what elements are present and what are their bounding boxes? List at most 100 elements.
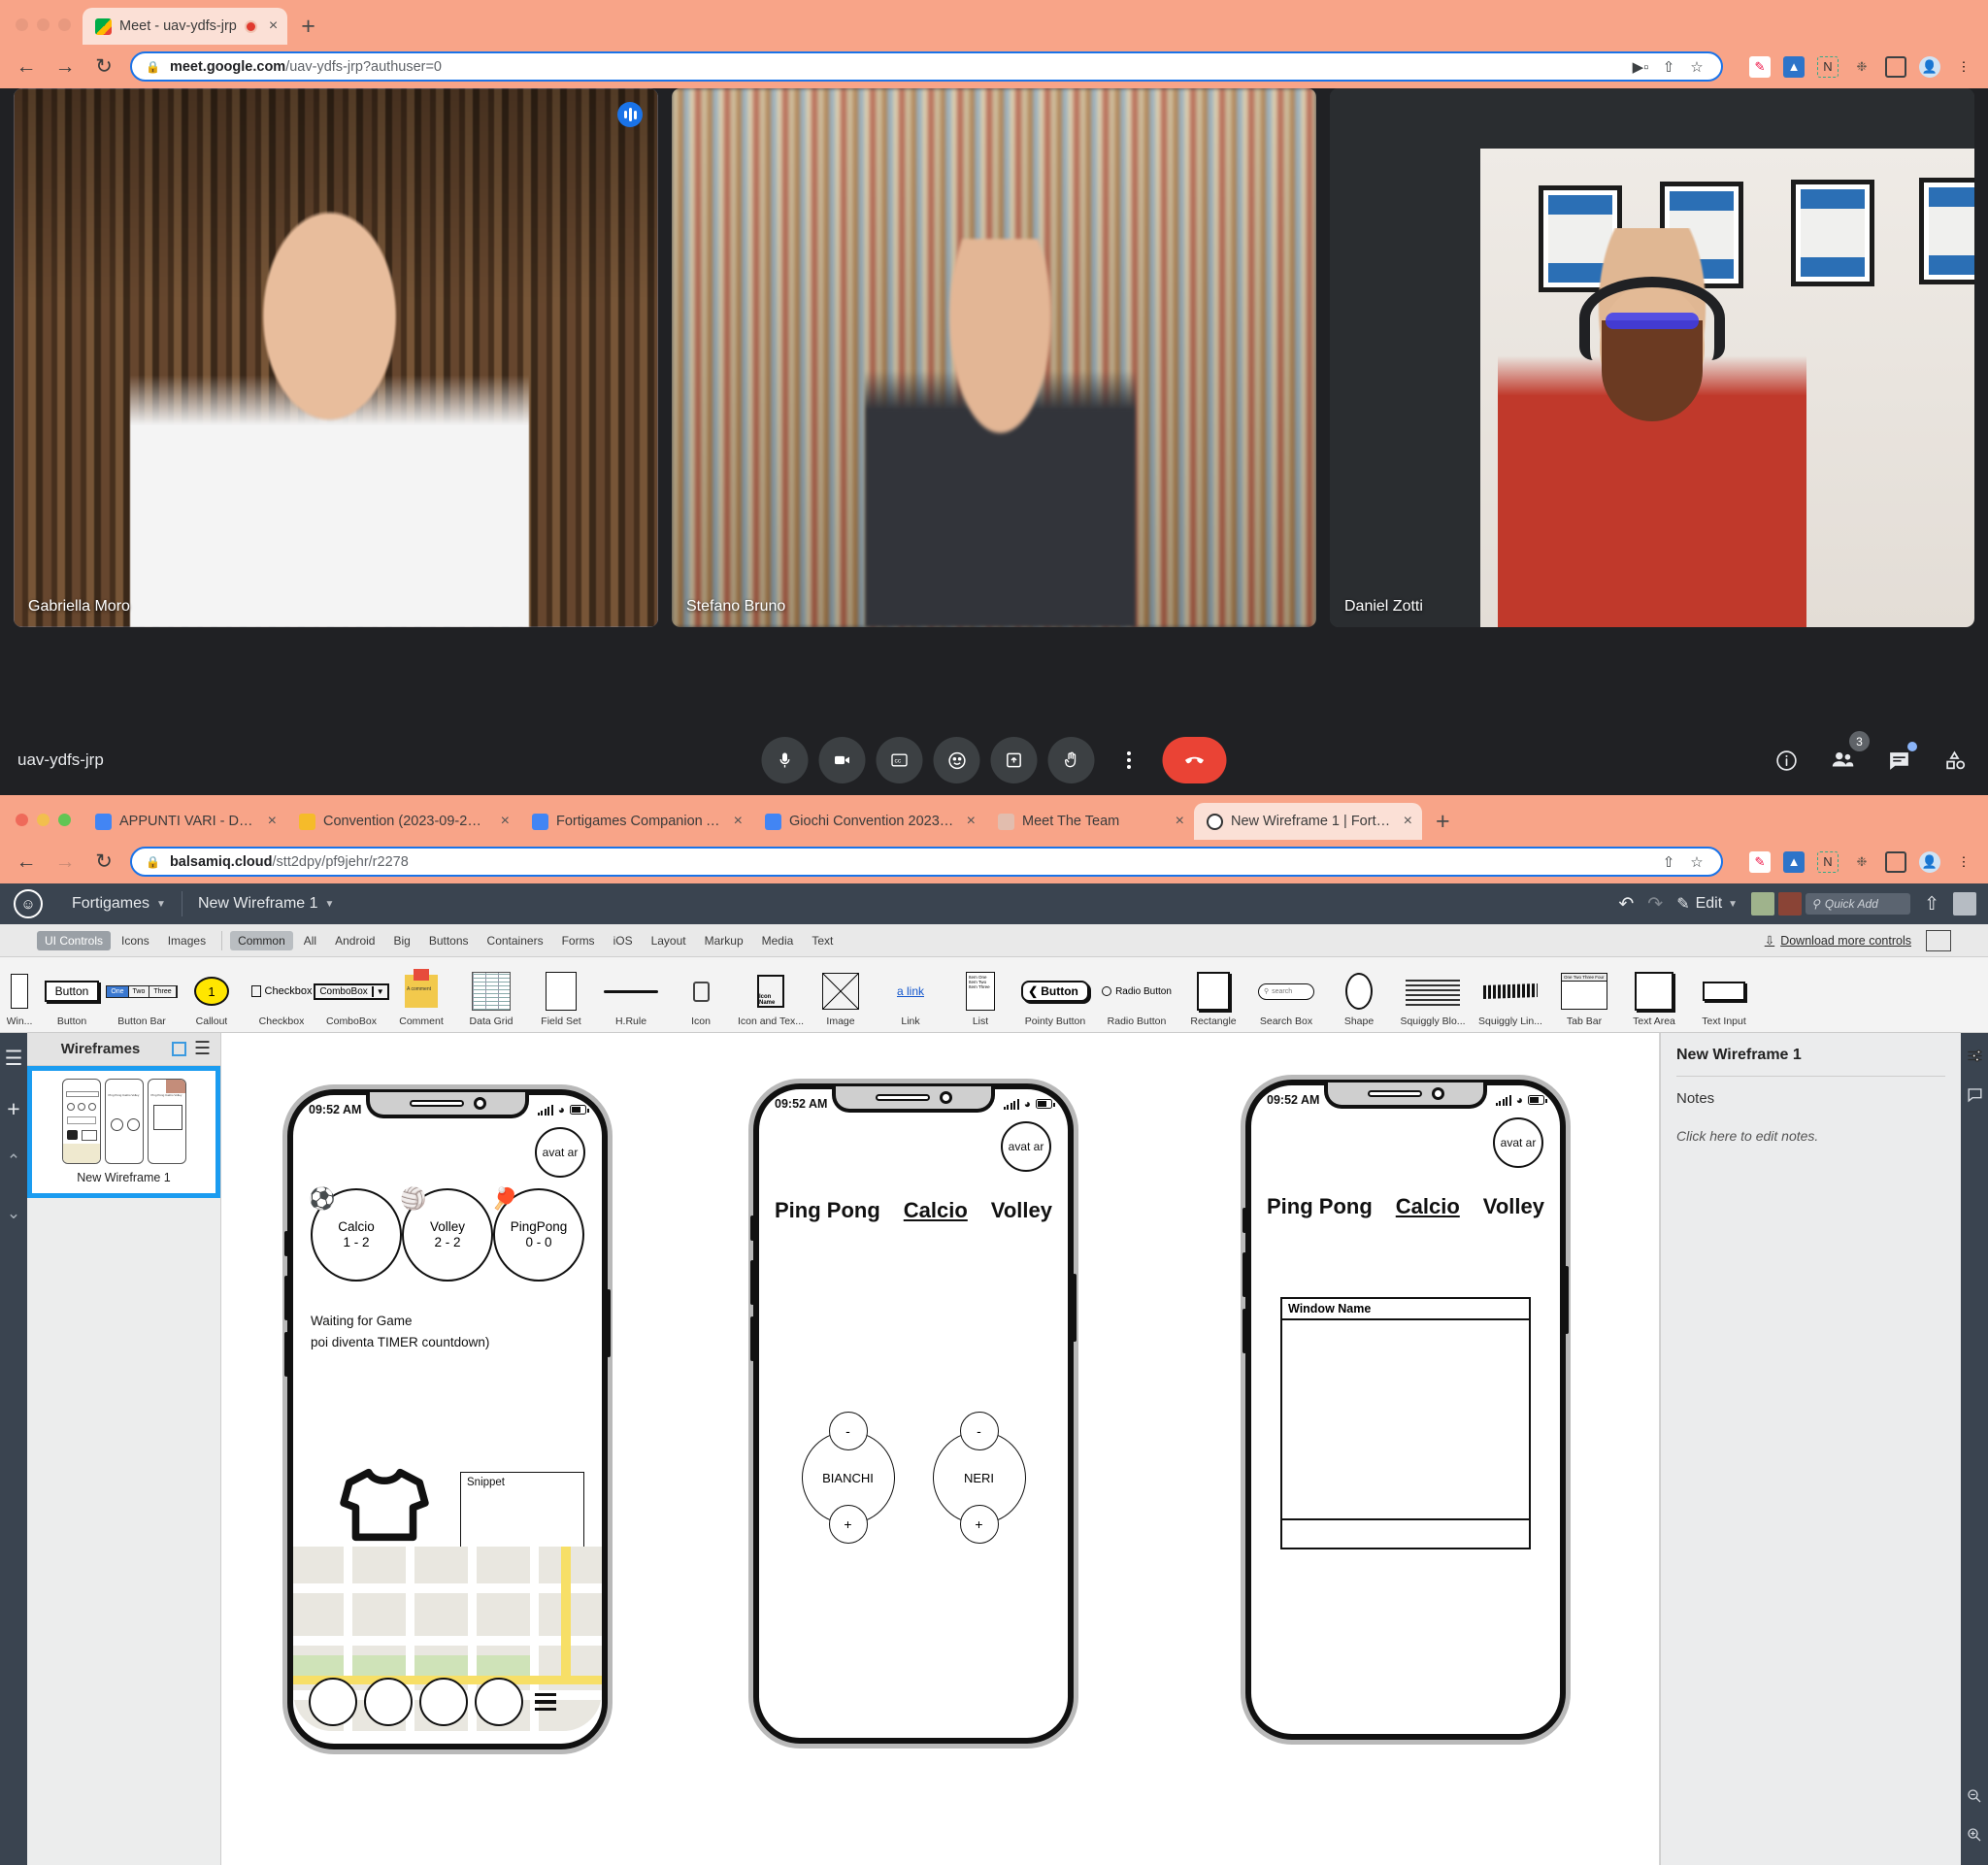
puzzle-extension-icon[interactable]: ❉ [1851,56,1872,78]
palette-item-checkbox[interactable]: Checkbox Checkbox [247,957,316,1032]
palette-item-link[interactable]: a link Link [876,957,945,1032]
balsamiq-smiley-logo[interactable]: ☺ [14,889,43,918]
forward-button-2[interactable]: → [52,850,78,874]
close-window-button-2[interactable] [16,814,28,826]
tab-forms[interactable]: Forms [554,931,603,950]
forward-button[interactable]: → [52,55,78,79]
chrome-menu-icon[interactable]: ⋮ [1953,851,1974,873]
palette-item-text-input[interactable]: Text Input [1689,957,1759,1032]
palette-item-button[interactable]: Button Button [37,957,107,1032]
palette-item-comment[interactable]: A comment Comment [386,957,456,1032]
undo-icon[interactable]: ↶ [1618,893,1634,916]
new-tab-button[interactable]: + [287,15,329,45]
avatar-button[interactable]: avat ar [535,1127,585,1178]
tab-icons[interactable]: Icons [114,931,157,950]
nav-volley[interactable]: Volley [1483,1194,1544,1219]
nav-calcio[interactable]: Calcio [1396,1194,1460,1219]
palette-item-data-grid[interactable]: Data Grid [456,957,526,1032]
palette-item-window[interactable]: Win... [2,957,37,1032]
close-window-button[interactable] [16,18,28,31]
image-extension-icon[interactable]: ▲ [1783,850,1805,873]
sport-card-pingpong[interactable]: 🏓 PingPong 0 - 0 [491,1188,584,1282]
tab-ios[interactable]: iOS [606,931,641,950]
nav-ping-pong[interactable]: Ping Pong [1267,1194,1373,1219]
nav-calcio[interactable]: Calcio [904,1198,968,1223]
tab-common[interactable]: Common [230,930,293,950]
window-widget[interactable]: Window Name [1280,1297,1531,1549]
microphone-button[interactable] [761,737,809,783]
palette-item-rectangle[interactable]: Rectangle [1178,957,1248,1032]
phone-1-mockup[interactable]: 09:52 AM ◕ avat ar ⚽ Calcio 1 - 2 🏐 Voll… [284,1089,611,1749]
window-traffic-lights[interactable] [10,18,83,45]
account-avatar-icon[interactable] [1953,892,1976,916]
share-icon[interactable]: ⇧ [1924,893,1939,916]
chevron-down-icon[interactable]: ▼ [156,899,166,910]
emoji-reaction-button[interactable] [933,737,980,783]
tab-containers[interactable]: Containers [480,931,551,950]
edit-mode-button[interactable]: ✎ Edit ▼ [1676,894,1738,914]
present-screen-button[interactable] [990,737,1038,783]
nav-volley[interactable]: Volley [991,1198,1052,1223]
video-tile-stefano[interactable]: Stefano Bruno [672,88,1316,627]
ui-library-toggle-icon[interactable] [1926,929,1951,951]
palette-item-squiggly-line[interactable]: Squiggly Lin... [1472,957,1549,1032]
tab-giochi-convention[interactable]: Giochi Convention 2023 - Doc × [752,803,985,840]
sliders-icon[interactable] [1966,1042,1984,1069]
panel-toggle-icon[interactable]: ☰ [5,1042,23,1075]
tab-meet-the-team[interactable]: Meet The Team × [985,803,1194,840]
document-breadcrumb[interactable]: New Wireframe 1 ▼ [182,883,349,924]
bottom-circle[interactable] [309,1678,357,1726]
decrement-button[interactable]: - [959,1412,999,1450]
sidepanel-icon[interactable] [1885,55,1906,78]
meeting-details-icon[interactable] [1771,745,1802,776]
image-extension-icon[interactable]: ▲ [1783,55,1805,78]
avatar-button[interactable]: avat ar [1493,1117,1543,1168]
camera-button[interactable] [818,737,866,783]
add-wireframe-button[interactable]: + [7,1090,19,1127]
tab-markup[interactable]: Markup [697,931,751,950]
notion-extension-icon[interactable]: N [1817,55,1839,78]
share-icon[interactable]: ⇧ [1658,56,1679,78]
wireframe-canvas[interactable]: 09:52 AM ◕ avat ar ⚽ Calcio 1 - 2 🏐 Voll… [221,1033,1660,1865]
tab-fortigames-companion[interactable]: Fortigames Companion App - D × [519,803,752,840]
back-button[interactable]: ← [14,55,39,79]
close-tab-button[interactable]: × [734,814,743,829]
palette-item-tab-bar[interactable]: One Two Three Four Tab Bar [1549,957,1619,1032]
palette-item-pointy-button[interactable]: ❮ Button Pointy Button [1015,957,1095,1032]
palette-item-image[interactable]: Image [806,957,876,1032]
palette-item-search-box[interactable]: ⚲ search Search Box [1248,957,1324,1032]
wireframe-list-item[interactable]: Ping Pong Calcio Volley Ping Pong Calcio… [27,1066,220,1198]
list-view-icon[interactable]: ☰ [194,1038,211,1060]
maximize-window-button-2[interactable] [58,814,71,826]
address-bar[interactable]: 🔒 meet.google.com/uav-ydfs-jrp?authuser=… [130,51,1723,82]
tab-appunti-vari[interactable]: APPUNTI VARI - Documenti Go × [83,803,286,840]
video-camera-icon[interactable]: ▶▫ [1630,56,1651,78]
comment-icon[interactable] [1966,1081,1984,1108]
sport-card-calcio[interactable]: ⚽ Calcio 1 - 2 [309,1188,402,1282]
move-down-button[interactable]: ⌄ [7,1195,20,1232]
captions-button[interactable]: cc [876,737,923,783]
sport-card-volley[interactable]: 🏐 Volley 2 - 2 [400,1188,493,1282]
maximize-window-button[interactable] [58,18,71,31]
chevron-down-icon[interactable]: ▼ [1728,899,1738,910]
avatar-button[interactable]: avat ar [1001,1121,1051,1172]
quick-add-input[interactable]: ⚲ Quick Add [1806,893,1911,915]
pen-extension-icon[interactable]: ✎ [1749,55,1771,78]
close-tab-button[interactable]: × [1176,814,1184,829]
zoom-in-icon[interactable] [1966,1821,1983,1848]
minimize-window-button[interactable] [37,18,50,31]
close-tab-button[interactable]: × [967,814,976,829]
redo-icon[interactable]: ↷ [1647,893,1663,916]
more-options-button[interactable] [1106,737,1152,783]
increment-button[interactable]: + [959,1505,999,1544]
puzzle-extension-icon[interactable]: ❉ [1851,851,1872,873]
tab-media[interactable]: Media [754,931,802,950]
activities-panel-icon[interactable] [1939,745,1971,776]
grid-view-icon[interactable] [171,1042,186,1056]
palette-item-squiggly-block[interactable]: Squiggly Blo... [1394,957,1472,1032]
palette-item-combobox[interactable]: ComboBox ▼ ComboBox [314,957,389,1032]
star-icon[interactable]: ☆ [1686,851,1707,873]
close-tab-button[interactable]: × [268,814,277,829]
tab-big[interactable]: Big [385,931,417,950]
move-up-button[interactable]: ⌃ [7,1143,20,1180]
